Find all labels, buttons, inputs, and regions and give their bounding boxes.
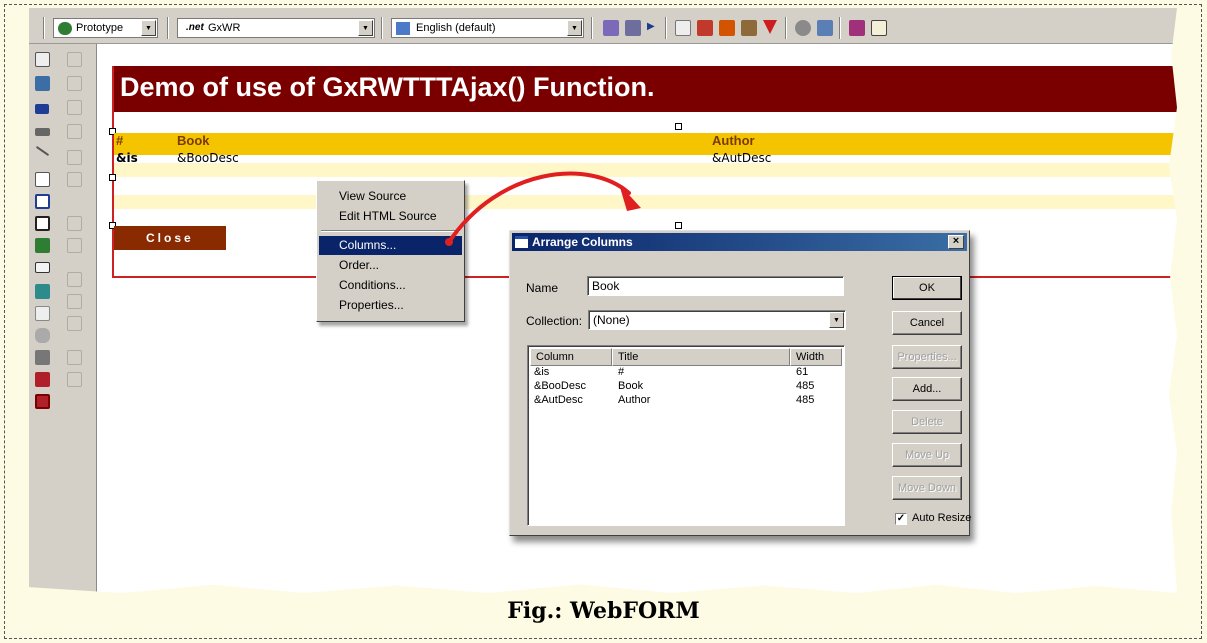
cancel-button[interactable]: Cancel bbox=[892, 311, 962, 335]
column-header-title[interactable]: Title bbox=[612, 348, 790, 366]
columns-list[interactable]: Column Title Width &is # 61 &BooDesc Boo… bbox=[527, 345, 845, 526]
close-icon[interactable]: × bbox=[948, 235, 964, 249]
list-item-title[interactable]: Book bbox=[618, 380, 643, 392]
column-header-column[interactable]: Column bbox=[530, 348, 612, 366]
move-up-button[interactable]: Move Up bbox=[892, 443, 962, 467]
list-item-column[interactable]: &BooDesc bbox=[534, 380, 586, 392]
ide-screenshot: Prototype ▼ .net GxWR ▼ English (default… bbox=[29, 8, 1177, 593]
list-item-column[interactable]: &is bbox=[534, 366, 549, 378]
arrange-columns-dialog: Arrange Columns × Name Book Collection: … bbox=[509, 230, 972, 536]
name-field[interactable]: Book bbox=[587, 276, 844, 296]
figure-caption: Fig.: WebFORM bbox=[507, 598, 700, 624]
auto-resize-checkbox[interactable]: ✓ bbox=[895, 513, 907, 525]
collection-value: (None) bbox=[593, 313, 630, 327]
list-item-width[interactable]: 485 bbox=[796, 394, 814, 406]
collection-select[interactable]: (None) ▼ bbox=[588, 310, 846, 330]
dialog-titlebar[interactable]: Arrange Columns × bbox=[512, 233, 967, 251]
delete-button[interactable]: Delete bbox=[892, 410, 962, 434]
move-down-button[interactable]: Move Down bbox=[892, 476, 962, 500]
list-item-title[interactable]: Author bbox=[618, 394, 650, 406]
list-item-width[interactable]: 485 bbox=[796, 380, 814, 392]
window-icon bbox=[515, 236, 528, 248]
chevron-down-icon[interactable]: ▼ bbox=[829, 312, 844, 328]
ok-button[interactable]: OK bbox=[892, 276, 962, 300]
auto-resize-label: Auto Resize bbox=[912, 512, 972, 524]
list-item-title[interactable]: # bbox=[618, 366, 624, 378]
dialog-title: Arrange Columns bbox=[532, 235, 633, 249]
collection-label: Collection: bbox=[526, 314, 583, 328]
list-item-column[interactable]: &AutDesc bbox=[534, 394, 583, 406]
list-item-width[interactable]: 61 bbox=[796, 366, 808, 378]
name-label: Name bbox=[526, 281, 559, 295]
properties-button[interactable]: Properties... bbox=[892, 345, 962, 369]
add-button[interactable]: Add... bbox=[892, 377, 962, 401]
column-header-width[interactable]: Width bbox=[790, 348, 842, 366]
